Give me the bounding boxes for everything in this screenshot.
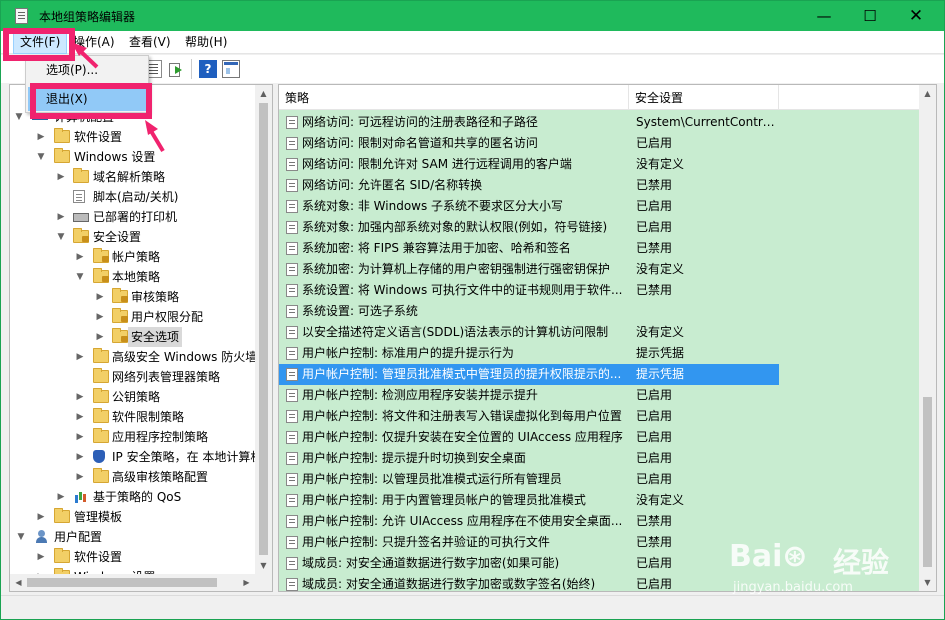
watermark-url: jingyan.baidu.com [733, 580, 853, 595]
gpedit-window: 本地组策略编辑器 — ☐ ✕ 文件(F) 操作(A) 查看(V) 帮助(H) ?… [0, 0, 945, 620]
watermark-text: 经验 [833, 546, 890, 579]
baidu-jingyan-watermark: Bai⊛ 经验 jingyan.baidu.com [729, 539, 929, 599]
arrow-to-file-menu-icon [71, 42, 99, 69]
baidu-logo: Bai⊛ [729, 539, 808, 574]
annotation-arrows [71, 42, 165, 153]
arrow-to-exit-item-icon [145, 120, 165, 153]
